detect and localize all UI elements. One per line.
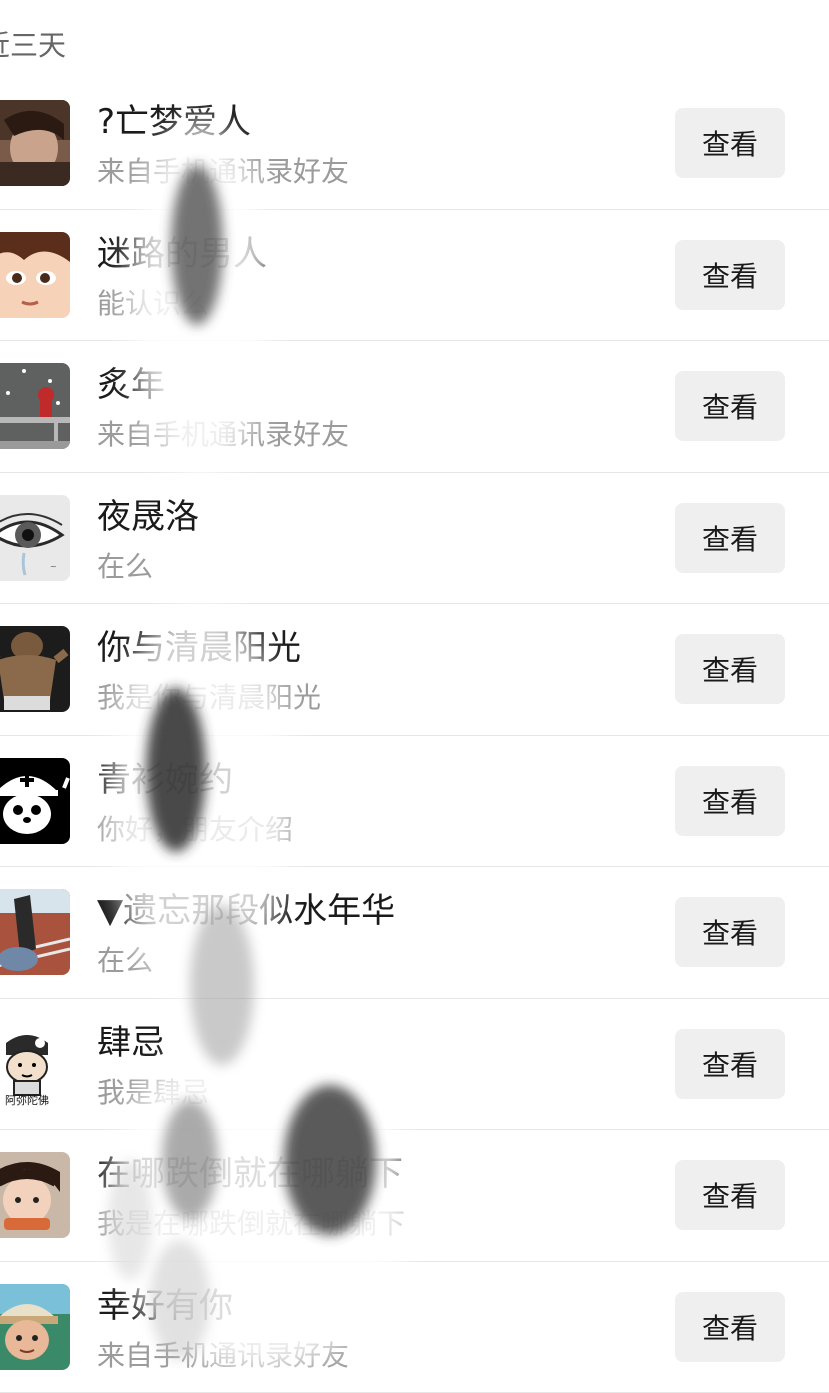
list-item[interactable]: 炙年 来自手机通讯录好友 查看: [0, 341, 829, 473]
contact-name: ▼遗忘那段似水年华: [97, 889, 395, 933]
contact-name: 迷路的男人: [97, 232, 267, 276]
view-button[interactable]: 查看: [675, 1292, 785, 1362]
list-item[interactable]: 在哪跌倒就在哪躺下 我是在哪跌倒就在哪躺下 查看: [0, 1130, 829, 1262]
avatar[interactable]: [0, 363, 70, 449]
list-item[interactable]: 你与清晨阳光 我是你与清晨阳光 查看: [0, 604, 829, 736]
list-item[interactable]: ▼遗忘那段似水年华 在么 查看: [0, 867, 829, 999]
avatar[interactable]: [0, 626, 70, 712]
list-item[interactable]: 幸好有你 来自手机通讯录好友 查看: [0, 1262, 829, 1393]
contact-name: 炙年: [97, 363, 165, 407]
view-button[interactable]: 查看: [675, 897, 785, 967]
svg-text:~: ~: [50, 562, 57, 571]
avatar[interactable]: [0, 758, 70, 844]
contact-name: 幸好有你: [97, 1284, 233, 1328]
contact-subtitle: 我是在哪跌倒就在哪躺下: [97, 1204, 405, 1244]
contact-subtitle: 来自手机通讯录好友: [97, 152, 349, 192]
view-button[interactable]: 查看: [675, 634, 785, 704]
contact-subtitle: 来自手机通讯录好友: [97, 415, 349, 455]
avatar[interactable]: [0, 232, 70, 318]
section-header-recent-three-days: 近三天: [0, 24, 66, 68]
contact-subtitle: 我是肆忌: [97, 1073, 209, 1113]
contact-subtitle: 我是你与清晨阳光: [97, 678, 321, 718]
contact-subtitle: 能认识么: [97, 284, 209, 324]
list-item[interactable]: 青衫婉约 你好，朋友介绍 查看: [0, 736, 829, 868]
contact-subtitle: 来自手机通讯录好友: [97, 1336, 349, 1376]
list-item[interactable]: 阿弥陀佛 肆忌 我是肆忌 查看: [0, 999, 829, 1131]
view-button[interactable]: 查看: [675, 1029, 785, 1099]
view-button[interactable]: 查看: [675, 766, 785, 836]
contact-subtitle: 在么: [97, 547, 153, 587]
avatar-caption: 阿弥陀佛: [0, 1095, 66, 1107]
avatar[interactable]: [0, 100, 70, 186]
friend-request-list: ?亡梦爱人 来自手机通讯录好友 查看 迷路的男人 能认识么 查看: [0, 78, 829, 1393]
contact-subtitle: 你好，朋友介绍: [97, 810, 293, 850]
view-button[interactable]: 查看: [675, 503, 785, 573]
view-button[interactable]: 查看: [675, 240, 785, 310]
contact-name: 肆忌: [97, 1021, 165, 1065]
list-item[interactable]: 迷路的男人 能认识么 查看: [0, 210, 829, 342]
avatar[interactable]: [0, 1152, 70, 1238]
view-button[interactable]: 查看: [675, 371, 785, 441]
avatar[interactable]: [0, 1284, 70, 1370]
list-item[interactable]: ?亡梦爱人 来自手机通讯录好友 查看: [0, 78, 829, 210]
contact-name: 青衫婉约: [97, 758, 233, 802]
list-item[interactable]: ~ 夜晟洛 在么 查看: [0, 473, 829, 605]
contact-name: 你与清晨阳光: [97, 626, 301, 670]
contact-subtitle: 在么: [97, 941, 153, 981]
contact-name: 在哪跌倒就在哪躺下: [97, 1152, 403, 1196]
view-button[interactable]: 查看: [675, 108, 785, 178]
avatar[interactable]: [0, 889, 70, 975]
contact-name: 夜晟洛: [97, 495, 199, 539]
avatar[interactable]: ~: [0, 495, 70, 581]
contact-name: ?亡梦爱人: [97, 100, 251, 144]
view-button[interactable]: 查看: [675, 1160, 785, 1230]
